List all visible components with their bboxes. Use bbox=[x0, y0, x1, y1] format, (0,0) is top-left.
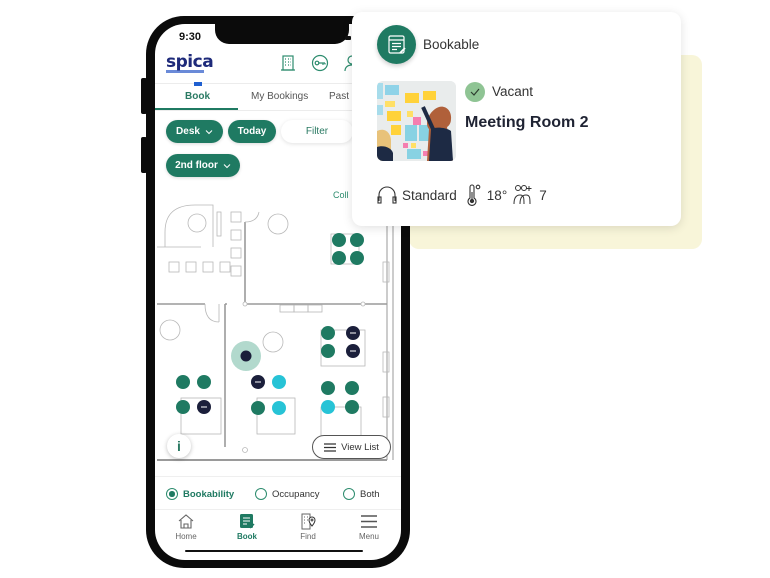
desk-reserved bbox=[272, 401, 286, 415]
signal-icon bbox=[345, 36, 351, 40]
room-detail-card[interactable]: Bookable Vacant Meeting Room 2 Standard … bbox=[352, 12, 681, 226]
book-icon bbox=[240, 514, 255, 529]
room-status: Vacant bbox=[492, 84, 534, 99]
bottom-nav: Home Book Find Menu bbox=[155, 510, 401, 550]
desk-bookable bbox=[176, 400, 190, 414]
desk-type-label: Desk bbox=[176, 126, 200, 137]
radio-both[interactable]: Both bbox=[343, 488, 380, 500]
radio-dot bbox=[343, 488, 355, 500]
nav-label: Find bbox=[300, 532, 316, 541]
floor-dropdown[interactable]: 2nd floor bbox=[166, 154, 240, 177]
home-icon bbox=[178, 514, 194, 529]
desk-bookable bbox=[197, 375, 211, 389]
headphones-icon bbox=[377, 186, 397, 204]
desk-reserved bbox=[321, 400, 335, 414]
capacity-icon bbox=[513, 185, 532, 205]
desk-bookable bbox=[321, 381, 335, 395]
info-button[interactable]: i bbox=[167, 434, 191, 458]
chevron-down-icon bbox=[223, 163, 231, 168]
filter-button[interactable]: Filter bbox=[281, 120, 353, 143]
key-icon[interactable] bbox=[311, 54, 329, 72]
active-tab-indicator bbox=[155, 108, 238, 110]
desk-bookable bbox=[332, 233, 346, 247]
collapse-link[interactable]: Coll bbox=[333, 190, 349, 200]
view-list-label: View List bbox=[341, 441, 379, 453]
nav-home[interactable]: Home bbox=[166, 513, 206, 541]
find-icon bbox=[301, 513, 316, 530]
home-indicator bbox=[185, 550, 363, 552]
desk-bookable bbox=[350, 251, 364, 265]
desk-bookable bbox=[332, 251, 346, 265]
radio-bookability[interactable]: Bookability bbox=[166, 488, 234, 500]
nav-label: Book bbox=[237, 532, 257, 541]
desk-type-dropdown[interactable]: Desk bbox=[166, 120, 223, 143]
tab-book[interactable]: Book bbox=[185, 91, 210, 102]
thermometer-icon bbox=[467, 184, 481, 206]
view-mode-selector: Bookability Occupancy Both bbox=[155, 476, 401, 510]
capacity-value: 7 bbox=[539, 187, 547, 203]
floor-plan[interactable] bbox=[155, 202, 401, 462]
desk-markers bbox=[176, 233, 364, 415]
radio-occupancy[interactable]: Occupancy bbox=[255, 488, 320, 500]
card-type-label: Bookable bbox=[423, 37, 480, 52]
phone-notch bbox=[215, 24, 349, 44]
vacant-check-icon bbox=[465, 82, 485, 102]
desk-reserved bbox=[272, 375, 286, 389]
desk-bookable bbox=[321, 326, 335, 340]
room-photo bbox=[377, 81, 456, 161]
radio-label: Both bbox=[360, 488, 380, 500]
radio-label: Bookability bbox=[183, 488, 235, 500]
menu-icon bbox=[361, 515, 377, 528]
floor-label: 2nd floor bbox=[175, 160, 218, 171]
nav-menu[interactable]: Menu bbox=[349, 513, 389, 541]
view-list-button[interactable]: View List bbox=[312, 435, 391, 459]
temperature-value: 18° bbox=[486, 187, 508, 203]
desk-bookable bbox=[350, 233, 364, 247]
filter-label: Filter bbox=[305, 126, 329, 137]
desk-bookable bbox=[345, 400, 359, 414]
nav-label: Menu bbox=[358, 532, 379, 541]
nav-find[interactable]: Find bbox=[288, 513, 328, 541]
av-label: Standard bbox=[402, 187, 457, 203]
desk-bookable bbox=[345, 381, 359, 395]
desk-bookable bbox=[251, 401, 265, 415]
radio-dot bbox=[255, 488, 267, 500]
desk-bookable bbox=[321, 344, 335, 358]
list-icon bbox=[324, 442, 337, 452]
building-icon[interactable] bbox=[279, 54, 297, 72]
selected-location-marker bbox=[240, 350, 252, 362]
desk-bookable bbox=[176, 375, 190, 389]
room-name: Meeting Room 2 bbox=[465, 114, 589, 131]
chevron-down-icon bbox=[205, 129, 213, 134]
date-label: Today bbox=[237, 126, 267, 137]
room-amenities: Standard 18° 7 bbox=[377, 184, 547, 206]
bookable-badge-icon bbox=[377, 25, 416, 64]
radio-label: Occupancy bbox=[272, 488, 320, 500]
nav-book[interactable]: Book bbox=[227, 513, 267, 541]
radio-dot bbox=[166, 488, 178, 500]
nav-label: Home bbox=[175, 532, 197, 541]
tab-my-bookings[interactable]: My Bookings bbox=[251, 91, 308, 102]
tab-past[interactable]: Past I bbox=[329, 91, 355, 102]
date-button[interactable]: Today bbox=[228, 120, 276, 143]
status-time: 9:30 bbox=[179, 31, 202, 43]
logo-text: spica bbox=[166, 52, 214, 72]
